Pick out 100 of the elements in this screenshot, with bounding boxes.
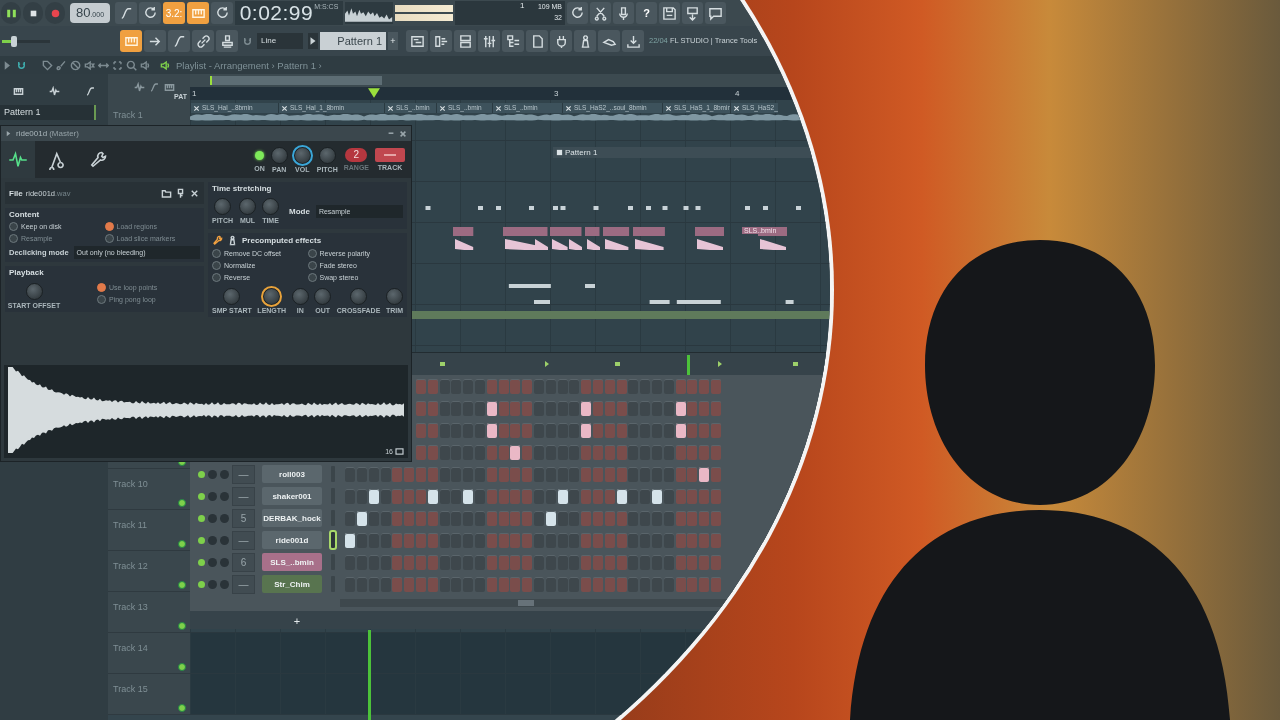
waveform-icon[interactable] [48,86,60,97]
cross-icon[interactable] [665,104,672,112]
mixer-track-number[interactable]: — [232,574,255,594]
playhead[interactable] [368,630,371,720]
chat-icon[interactable] [705,2,726,24]
curve-icon[interactable] [149,81,160,93]
window-icon[interactable] [395,448,404,455]
channel-led-icon[interactable] [198,536,205,544]
cross-icon[interactable] [193,104,200,112]
channel-led-icon[interactable] [198,514,205,522]
step-button[interactable] [616,488,627,504]
export-icon[interactable] [682,2,703,24]
brush-icon[interactable] [56,59,67,71]
channel-select-bar[interactable] [331,532,335,548]
cross-icon[interactable] [387,104,394,112]
pan-knob[interactable] [208,579,217,589]
slider-thumb[interactable] [11,35,17,47]
microphone-icon[interactable] [613,2,634,24]
file-icon[interactable] [526,30,548,52]
person-icon[interactable] [227,235,238,246]
scissors-icon[interactable] [590,2,611,24]
refresh-icon[interactable] [139,2,161,24]
channel-button[interactable]: SLS_..bmin [262,553,322,571]
pan-knob[interactable] [208,557,217,567]
waveform-tab[interactable] [1,141,35,178]
step-button[interactable] [427,488,438,504]
playlist-icon[interactable] [406,30,428,52]
radio-button[interactable] [307,249,317,258]
curve-icon[interactable] [168,30,190,52]
pan-knob[interactable] [208,469,217,479]
wrench-icon[interactable] [212,235,223,246]
caret-icon[interactable] [5,130,12,137]
step-button[interactable] [675,422,686,438]
zoom-icon[interactable] [126,59,137,71]
mixer-track-number[interactable]: — [232,464,255,484]
radio-button[interactable] [212,261,221,270]
mixer-track-number[interactable]: — [232,530,255,550]
channel-button[interactable]: ride001d [262,531,322,549]
close-icon[interactable] [399,129,407,138]
select-icon[interactable] [112,59,123,71]
refresh-icon[interactable] [567,2,588,24]
add-channel-button[interactable]: + [290,613,304,629]
no-entry-icon[interactable] [70,59,81,71]
channel-led-icon[interactable] [198,470,205,478]
volume-knob[interactable] [220,557,229,567]
save-icon[interactable] [659,2,680,24]
cross-icon[interactable] [733,104,740,112]
folder-icon[interactable] [161,187,172,199]
step-button[interactable] [581,422,592,438]
magnet-icon[interactable] [16,59,27,71]
magnet-icon[interactable] [242,35,253,47]
stamp-icon[interactable] [216,30,238,52]
knob[interactable] [263,288,281,305]
waveform-icon[interactable] [134,81,145,93]
piano-roll-icon[interactable] [430,30,452,52]
volume-knob[interactable] [220,579,229,589]
caret-icon[interactable] [308,33,318,49]
add-pattern-button[interactable]: + [388,32,398,50]
cross-icon[interactable] [565,104,572,112]
curve-icon[interactable] [84,86,96,97]
mute-icon[interactable] [84,59,95,71]
step-button[interactable] [463,488,474,504]
mixer-icon[interactable] [478,30,500,52]
channel-led-icon[interactable] [198,492,205,500]
step-button[interactable] [675,400,686,416]
track-led-icon[interactable] [178,663,186,671]
browser-icon[interactable] [502,30,524,52]
channel-rack-icon[interactable] [454,30,476,52]
help-button[interactable]: ? [636,2,657,24]
mixer-track-number[interactable]: 5 [232,508,255,528]
step-button[interactable] [652,488,662,504]
radio-button[interactable] [9,222,18,231]
track-led-icon[interactable] [178,622,186,630]
pattern-selector[interactable]: Pattern 1 [320,32,386,50]
track-led-icon[interactable] [178,704,186,712]
channel-led-icon[interactable] [198,580,205,588]
pan-knob[interactable] [208,535,217,545]
track-header[interactable]: Track 15 [108,674,190,715]
track-header[interactable]: Track 10 [108,469,190,510]
step-button[interactable] [357,510,368,526]
radio-button[interactable] [212,249,221,258]
channel-button[interactable]: shaker001 [262,487,322,505]
range-field[interactable]: 2 [345,148,368,162]
volume-knob[interactable] [220,469,229,479]
track-led-icon[interactable] [178,540,186,548]
step-button[interactable] [557,488,568,504]
channel-button[interactable]: Str_Chim [262,575,322,593]
step-button[interactable] [545,510,556,526]
piano-icon[interactable] [164,81,175,93]
knob[interactable] [293,146,311,164]
channel-button[interactable]: DERBAK_hock [262,509,322,527]
radio-button[interactable] [307,273,317,282]
piano-icon[interactable] [120,30,142,52]
step-button[interactable] [510,444,521,460]
step-button[interactable] [345,532,356,548]
volume-knob[interactable] [220,535,229,545]
mixer-track-button[interactable] [375,148,405,162]
track-header[interactable]: Track 11 [108,510,190,551]
pause-button[interactable] [1,2,21,24]
step-button[interactable] [486,422,497,438]
